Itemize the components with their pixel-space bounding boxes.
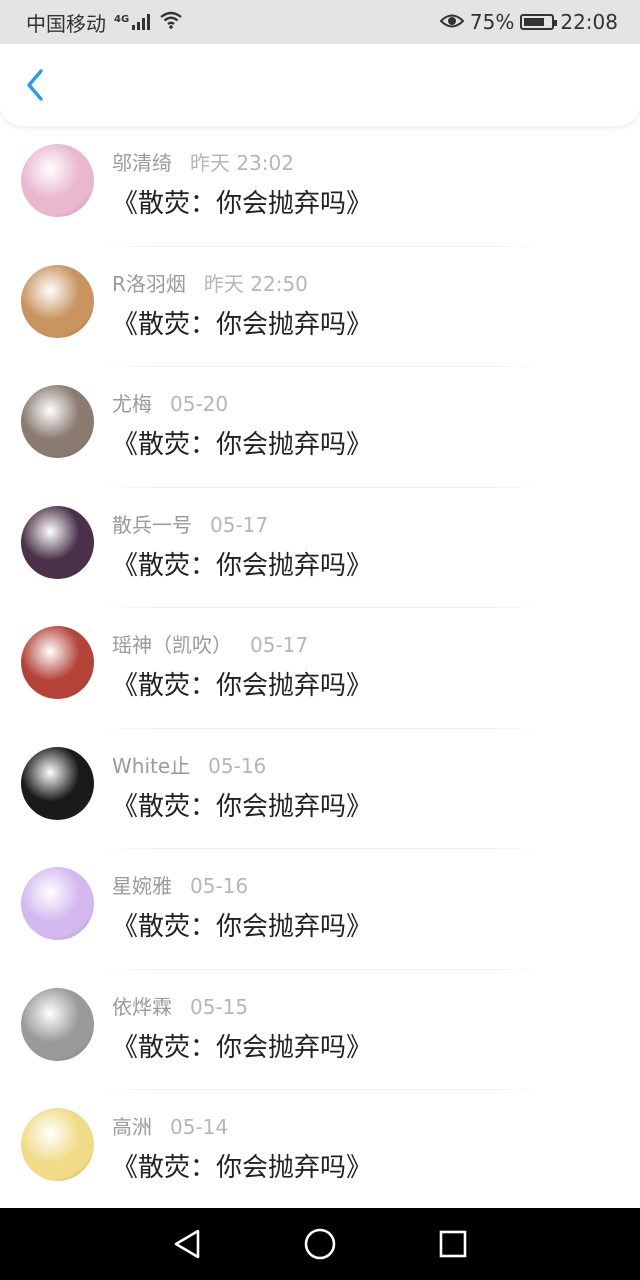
battery-icon bbox=[520, 14, 558, 30]
clock: 22:08 bbox=[560, 10, 618, 34]
item-meta: 星婉雅 05-16 bbox=[112, 870, 248, 899]
message-text: 《散荧：你会抛弃吗》 bbox=[112, 791, 373, 822]
item-meta: 瑶神（凯吹） 05-17 bbox=[112, 629, 308, 658]
user-list[interactable]: 邬清绮 昨天 23:02 《散荧：你会抛弃吗》 R洛羽烟 昨天 22:50 《散… bbox=[0, 126, 640, 1208]
nav-back-button[interactable] bbox=[165, 1222, 209, 1266]
item-meta: R洛羽烟 昨天 22:50 bbox=[112, 268, 308, 297]
message-text: 《散荧：你会抛弃吗》 bbox=[112, 550, 373, 581]
avatar[interactable] bbox=[21, 746, 94, 820]
recents-square-icon bbox=[440, 1230, 467, 1258]
item-meta: 邬清绮 昨天 23:02 bbox=[112, 147, 294, 176]
message-text: 《散荧：你会抛弃吗》 bbox=[112, 1032, 373, 1063]
list-item[interactable]: White止 05-16 《散荧：你会抛弃吗》 bbox=[0, 729, 640, 849]
avatar[interactable] bbox=[21, 867, 94, 940]
status-left: 中国移动 4G bbox=[26, 8, 183, 37]
wifi-icon bbox=[159, 10, 183, 34]
status-right: 75% 22:08 bbox=[439, 10, 618, 34]
timestamp: 05-14 bbox=[170, 1115, 229, 1139]
user-name[interactable]: 依烨霖 bbox=[112, 991, 172, 1020]
timestamp: 昨天 23:02 bbox=[190, 151, 294, 175]
back-button[interactable] bbox=[18, 68, 52, 102]
battery-percent: 75% bbox=[469, 10, 515, 34]
timestamp: 05-17 bbox=[210, 512, 269, 537]
item-meta: 高洲 05-14 bbox=[112, 1111, 228, 1140]
network-type: 4G bbox=[114, 14, 130, 25]
timestamp: 昨天 22:50 bbox=[203, 271, 308, 296]
home-circle-icon bbox=[304, 1228, 336, 1260]
user-name[interactable]: White止 bbox=[112, 750, 190, 779]
message-text: 《散荧：你会抛弃吗》 bbox=[112, 309, 373, 340]
nav-home-button[interactable] bbox=[298, 1222, 342, 1266]
item-meta: 依烨霖 05-15 bbox=[112, 991, 248, 1020]
carrier-label: 中国移动 bbox=[26, 11, 106, 36]
nav-recents-button[interactable] bbox=[431, 1222, 475, 1266]
message-text: 《散荧：你会抛弃吗》 bbox=[112, 189, 373, 219]
list-item[interactable]: 邬清绮 昨天 23:02 《散荧：你会抛弃吗》 bbox=[0, 126, 640, 247]
system-nav-bar bbox=[0, 1208, 640, 1280]
timestamp: 05-15 bbox=[190, 994, 249, 1019]
message-text: 《散荧：你会抛弃吗》 bbox=[112, 1153, 373, 1183]
user-name[interactable]: 星婉雅 bbox=[112, 870, 172, 899]
user-name[interactable]: 散兵一号 bbox=[112, 509, 192, 538]
avatar[interactable] bbox=[21, 385, 94, 458]
message-text: 《散荧：你会抛弃吗》 bbox=[112, 430, 373, 460]
message-text: 《散荧：你会抛弃吗》 bbox=[112, 671, 373, 701]
list-item[interactable]: 星婉雅 05-16 《散荧：你会抛弃吗》 bbox=[0, 849, 640, 970]
avatar[interactable] bbox=[21, 505, 94, 579]
chevron-left-icon bbox=[27, 69, 43, 101]
user-name[interactable]: R洛羽烟 bbox=[112, 268, 186, 297]
status-bar: 中国移动 4G 75% 22:08 bbox=[0, 0, 640, 44]
list-item[interactable]: 依烨霖 05-15 《散荧：你会抛弃吗》 bbox=[0, 970, 640, 1090]
signal-icon: 4G bbox=[114, 14, 151, 30]
back-triangle-icon bbox=[174, 1229, 199, 1259]
avatar[interactable] bbox=[21, 264, 94, 338]
timestamp: 05-16 bbox=[190, 874, 249, 898]
list-item[interactable]: 高洲 05-14 《散荧：你会抛弃吗》 bbox=[0, 1090, 640, 1208]
user-name[interactable]: 邬清绮 bbox=[112, 147, 172, 176]
list-item[interactable]: 散兵一号 05-17 《散荧：你会抛弃吗》 bbox=[0, 488, 640, 608]
timestamp: 05-20 bbox=[170, 392, 229, 416]
timestamp: 05-17 bbox=[250, 633, 309, 657]
user-name[interactable]: 高洲 bbox=[112, 1111, 152, 1140]
user-name[interactable]: 尤梅 bbox=[112, 388, 152, 417]
avatar[interactable] bbox=[21, 144, 94, 217]
avatar[interactable] bbox=[21, 987, 94, 1061]
list-item[interactable]: 瑶神（凯吹） 05-17 《散荧：你会抛弃吗》 bbox=[0, 608, 640, 729]
list-item[interactable]: R洛羽烟 昨天 22:50 《散荧：你会抛弃吗》 bbox=[0, 247, 640, 367]
timestamp: 05-16 bbox=[208, 753, 267, 778]
message-text: 《散荧：你会抛弃吗》 bbox=[112, 912, 373, 942]
item-meta: White止 05-16 bbox=[112, 750, 266, 779]
list-item[interactable]: 尤梅 05-20 《散荧：你会抛弃吗》 bbox=[0, 367, 640, 488]
item-meta: 尤梅 05-20 bbox=[112, 388, 228, 417]
item-meta: 散兵一号 05-17 bbox=[112, 509, 268, 538]
avatar[interactable] bbox=[21, 1108, 94, 1181]
user-name[interactable]: 瑶神（凯吹） bbox=[112, 629, 232, 658]
eye-icon bbox=[439, 10, 465, 34]
avatar[interactable] bbox=[21, 626, 94, 699]
header-bar bbox=[0, 44, 640, 126]
